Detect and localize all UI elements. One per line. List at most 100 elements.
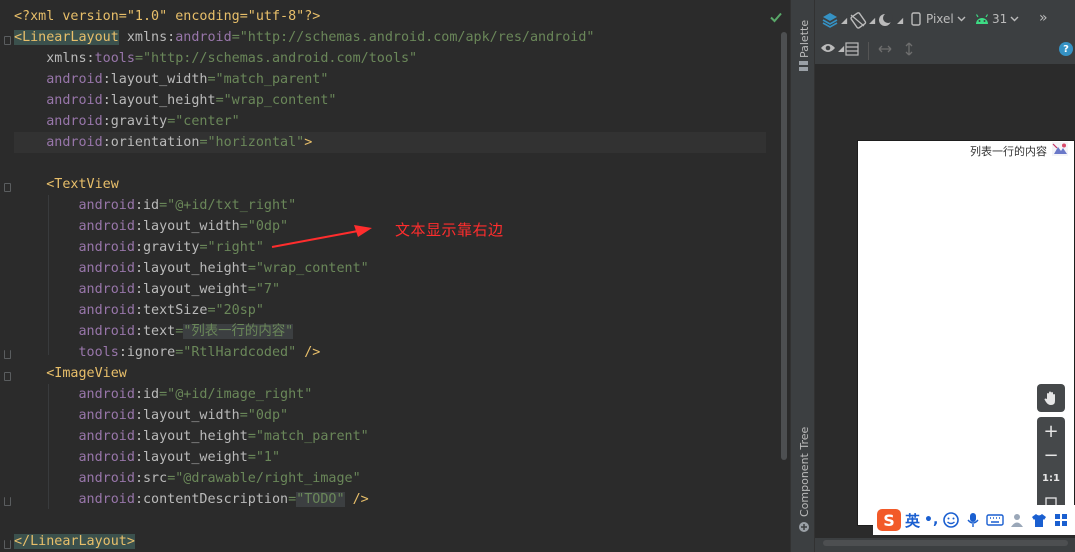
- design-horizontal-scrollbar[interactable]: [823, 540, 1068, 546]
- zoom-out-button[interactable]: −: [1037, 445, 1065, 466]
- namespace: android: [78, 450, 135, 465]
- blueprint-toggle-button[interactable]: [845, 42, 859, 56]
- attr-value: ="7": [247, 282, 281, 297]
- code-line-4[interactable]: android:layout_width="match_parent": [14, 69, 766, 90]
- tag-name: LinearLayout: [22, 30, 119, 45]
- ime-language-toggle[interactable]: 英: [905, 510, 920, 531]
- more-actions-button[interactable]: »: [1039, 10, 1048, 26]
- attr-value: ="match_parent": [247, 429, 369, 444]
- user-account-icon[interactable]: [1008, 511, 1026, 529]
- code-line-20[interactable]: android:layout_width="0dp": [14, 405, 766, 426]
- zoom-in-button[interactable]: +: [1037, 421, 1065, 442]
- fold-end-marker-icon[interactable]: [4, 350, 11, 359]
- fold-marker-icon[interactable]: [4, 372, 11, 381]
- ime-punctuation-toggle[interactable]: •,: [924, 512, 938, 528]
- code-line-19[interactable]: android:id="@+id/image_right": [14, 384, 766, 405]
- code-line-17[interactable]: tools:ignore="RtlHardcoded" />: [14, 342, 766, 363]
- code-line-12[interactable]: android:gravity="right": [14, 237, 766, 258]
- code-line-8[interactable]: [14, 153, 766, 174]
- code-line-2[interactable]: <LinearLayout xmlns:android="http://sche…: [14, 27, 766, 48]
- namespace: android: [78, 303, 135, 318]
- tag-close-bracket: >: [304, 135, 313, 150]
- attr-value: ="1": [247, 450, 281, 465]
- code-line-22[interactable]: android:layout_weight="1": [14, 447, 766, 468]
- code-line-25[interactable]: [14, 510, 766, 531]
- android-icon: [975, 14, 989, 24]
- palette-icon: [799, 61, 808, 71]
- palette-tab[interactable]: Palette: [791, 10, 816, 74]
- code-line-16[interactable]: android:text="列表一行的内容": [14, 321, 766, 342]
- namespace: android: [46, 72, 103, 87]
- fold-marker-icon[interactable]: [4, 183, 11, 192]
- attr-value: ="http://schemas.android.com/tools": [134, 51, 418, 66]
- zoom-actual-size-button[interactable]: 1:1: [1037, 473, 1065, 484]
- namespace: android: [78, 198, 135, 213]
- inspection-ok-check-icon[interactable]: [769, 10, 783, 24]
- microphone-icon[interactable]: [964, 511, 982, 529]
- horizontal-constraint-button[interactable]: [877, 42, 893, 56]
- toolbox-grid-icon[interactable]: [1052, 511, 1070, 529]
- preview-textview[interactable]: 列表一行的内容: [970, 143, 1047, 159]
- rotate-device-icon: [850, 12, 867, 29]
- code-line-13[interactable]: android:layout_height="wrap_content": [14, 258, 766, 279]
- emoji-icon[interactable]: [942, 511, 960, 529]
- code-line-23[interactable]: android:src="@drawable/right_image": [14, 468, 766, 489]
- fold-marker-icon[interactable]: [4, 36, 11, 45]
- fold-end-marker-icon[interactable]: [4, 540, 11, 549]
- editor-scrollbar[interactable]: [781, 32, 787, 460]
- code-line-24[interactable]: android:contentDescription="TODO" />: [14, 489, 766, 510]
- device-selector[interactable]: Pixel: [911, 12, 966, 26]
- api-level-selector[interactable]: 31: [975, 12, 1019, 26]
- attr-name: :layout_weight: [134, 450, 248, 465]
- namespace: android: [46, 135, 103, 150]
- code-line-5[interactable]: android:layout_height="wrap_content": [14, 90, 766, 111]
- annotation-text: 文本显示靠右边: [395, 221, 504, 239]
- design-surface-button[interactable]: ◢: [821, 11, 847, 29]
- code-line-6[interactable]: android:gravity="center": [14, 111, 766, 132]
- view-options-button[interactable]: ◢: [820, 42, 844, 54]
- namespace: android: [78, 240, 135, 255]
- code-line-11[interactable]: android:layout_width="0dp": [14, 216, 766, 237]
- attr-value: ="@+id/txt_right": [159, 198, 297, 213]
- attr-name: :contentDescription: [134, 492, 289, 507]
- preview-imageview-icon[interactable]: [1052, 142, 1068, 156]
- code-line-7[interactable]: android:orientation="horizontal">: [14, 132, 766, 153]
- code-line-10[interactable]: android:id="@+id/txt_right": [14, 195, 766, 216]
- code-line-26[interactable]: </LinearLayout>: [14, 531, 766, 552]
- editor-gutter: [0, 0, 14, 552]
- code-line-3[interactable]: xmlns:tools="http://schemas.android.com/…: [14, 48, 766, 69]
- attr-value-folded-string[interactable]: "列表一行的内容": [183, 324, 294, 339]
- api-level-label: 31: [992, 12, 1008, 26]
- fold-end-marker-icon[interactable]: [4, 497, 11, 506]
- design-canvas[interactable]: 列表一行的内容 + − 1:1: [815, 64, 1075, 538]
- namespace: android: [78, 492, 135, 507]
- theme-button[interactable]: ◢: [877, 11, 903, 29]
- help-button[interactable]: ?: [1059, 42, 1073, 56]
- attr-name: :layout_height: [134, 261, 248, 276]
- attr-value-folded-string[interactable]: "TODO": [296, 492, 345, 507]
- code-line-21[interactable]: android:layout_height="match_parent": [14, 426, 766, 447]
- namespace: android: [78, 324, 135, 339]
- skin-shirt-icon[interactable]: [1030, 511, 1048, 529]
- design-secondary-toolbar: ◢ ?: [815, 38, 1075, 64]
- sogou-logo-icon[interactable]: S: [877, 509, 901, 531]
- code-line-14[interactable]: android:layout_weight="7": [14, 279, 766, 300]
- code-line-18[interactable]: <ImageView: [14, 363, 766, 384]
- keyboard-icon[interactable]: [986, 511, 1004, 529]
- component-tree-tab[interactable]: Component Tree: [791, 425, 816, 540]
- code-line-1[interactable]: <?xml version="1.0" encoding="utf-8"?>: [14, 6, 766, 27]
- orientation-button[interactable]: ◢: [849, 11, 875, 29]
- vertical-constraint-button[interactable]: [903, 41, 915, 57]
- pan-button[interactable]: [1037, 384, 1065, 412]
- code-line-15[interactable]: android:textSize="20sp": [14, 300, 766, 321]
- code-editor[interactable]: <?xml version="1.0" encoding="utf-8"?> <…: [0, 0, 790, 552]
- code-line-9[interactable]: <TextView: [14, 174, 766, 195]
- palette-tab-label: Palette: [798, 19, 811, 58]
- namespace: android: [78, 261, 135, 276]
